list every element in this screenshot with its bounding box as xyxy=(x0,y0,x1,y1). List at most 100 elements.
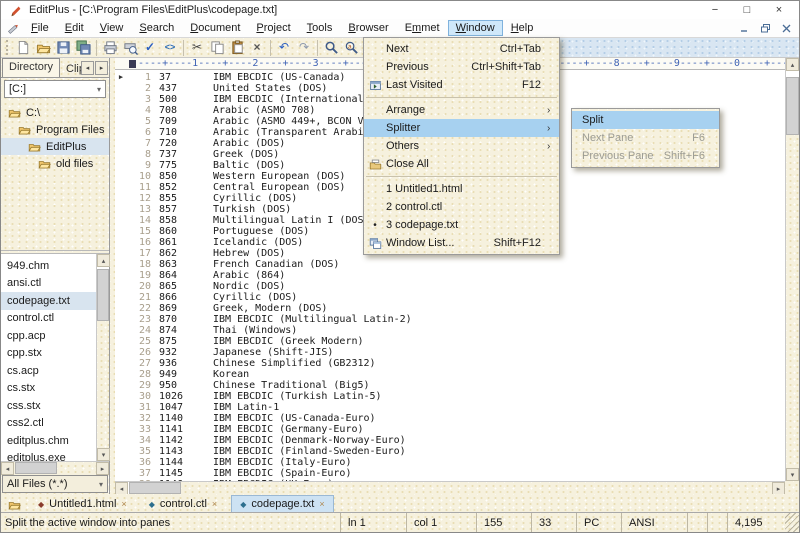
minimize-button[interactable]: − xyxy=(699,4,731,16)
new-document-icon[interactable] xyxy=(13,39,33,57)
menu-item-arrange[interactable]: Arrange› xyxy=(364,101,559,119)
file-item-cpp.acp[interactable]: cpp.acp xyxy=(1,327,96,345)
scroll-up-icon[interactable]: ▴ xyxy=(786,58,799,71)
file-item-949.chm[interactable]: 949.chm xyxy=(1,257,96,275)
print-preview-icon[interactable] xyxy=(120,39,140,57)
scroll-down-icon[interactable]: ▾ xyxy=(97,448,110,461)
child-close-icon[interactable] xyxy=(782,24,791,33)
copy-icon[interactable] xyxy=(207,39,227,57)
menu-help[interactable]: Help xyxy=(503,20,542,36)
save-icon[interactable] xyxy=(53,39,73,57)
close-tab-icon[interactable]: × xyxy=(319,499,324,509)
close-button[interactable]: × xyxy=(763,4,795,16)
scroll-thumb[interactable] xyxy=(786,77,799,135)
menu-edit[interactable]: Edit xyxy=(57,20,92,36)
find-icon[interactable] xyxy=(321,39,341,57)
editor-line[interactable]: 21866Cyrillic (DOS) xyxy=(115,292,785,303)
menu-view[interactable]: View xyxy=(92,20,132,36)
menu-item-splitter[interactable]: Splitter› xyxy=(364,119,559,137)
file-item-cs.acp[interactable]: cs.acp xyxy=(1,362,96,380)
menu-tools[interactable]: Tools xyxy=(299,20,341,36)
editor-line[interactable]: 381146IBM EBCDIC (UK-Euro) xyxy=(115,479,785,481)
drive-selector[interactable]: [C:] ▾ xyxy=(4,80,106,98)
tab-cliptext[interactable]: Clipt xyxy=(60,61,81,77)
paste-icon[interactable] xyxy=(227,39,247,57)
undo-icon[interactable]: ↶ xyxy=(274,39,294,57)
editor-line[interactable]: 26932Japanese (Shift-JIS) xyxy=(115,347,785,358)
toolbar-drag-handle-icon[interactable] xyxy=(6,40,10,55)
menu-item-previous[interactable]: PreviousCtrl+Shift+Tab xyxy=(364,58,559,76)
tab-list-icon[interactable] xyxy=(4,496,24,512)
tab-scroll-right-icon[interactable]: ▸ xyxy=(95,61,108,75)
scroll-down-icon[interactable]: ▾ xyxy=(786,468,799,481)
editor-hscrollbar[interactable]: ◂ ▸ xyxy=(115,481,785,494)
tree-item-editplus[interactable]: EditPlus xyxy=(1,138,109,155)
menu-file[interactable]: File xyxy=(23,20,57,36)
scroll-thumb[interactable] xyxy=(15,462,57,474)
doc-tab-codepage.txt[interactable]: ◆codepage.txt× xyxy=(231,495,333,512)
editor-line[interactable]: 341142IBM EBCDIC (Denmark-Norway-Euro) xyxy=(115,435,785,446)
editor-line[interactable]: 351143IBM EBCDIC (Finland-Sweden-Euro) xyxy=(115,446,785,457)
open-icon[interactable] xyxy=(33,39,53,57)
close-tab-icon[interactable]: × xyxy=(212,499,217,509)
cut-icon[interactable]: ✂ xyxy=(187,39,207,57)
menu-item-split[interactable]: Split xyxy=(572,111,719,129)
editor-line[interactable]: 301026IBM EBCDIC (Turkish Latin-5) xyxy=(115,391,785,402)
scroll-right-icon[interactable]: ▸ xyxy=(96,462,109,475)
scroll-up-icon[interactable]: ▴ xyxy=(97,254,110,267)
editor-line[interactable]: 27936Chinese Simplified (GB2312) xyxy=(115,358,785,369)
menu-item-next[interactable]: NextCtrl+Tab xyxy=(364,40,559,58)
file-item-css2.ctl[interactable]: css2.ctl xyxy=(1,415,96,433)
file-item-cs.stx[interactable]: cs.stx xyxy=(1,380,96,398)
view-source-icon[interactable]: <> xyxy=(160,39,180,57)
menu-item-last-visited[interactable]: Last VisitedF12 xyxy=(364,76,559,94)
editor-line[interactable]: 371145IBM EBCDIC (Spain-Euro) xyxy=(115,468,785,479)
file-filter-select[interactable]: All Files (*.*) ▾ xyxy=(2,475,108,493)
resize-grip-icon[interactable] xyxy=(785,513,799,532)
editor-line[interactable]: 20865Nordic (DOS) xyxy=(115,281,785,292)
editor-line[interactable]: 23870IBM EBCDIC (Multilingual Latin-2) xyxy=(115,314,785,325)
scroll-track[interactable] xyxy=(786,135,799,468)
delete-icon[interactable]: × xyxy=(247,39,267,57)
save-all-icon[interactable] xyxy=(73,39,93,57)
tree-item-program-files[interactable]: Program Files xyxy=(1,121,109,138)
file-item-cpp.stx[interactable]: cpp.stx xyxy=(1,345,96,363)
menu-item-others[interactable]: Others› xyxy=(364,137,559,155)
tab-scroll-left-icon[interactable]: ◂ xyxy=(81,61,94,75)
file-item-ansi.ctl[interactable]: ansi.ctl xyxy=(1,275,96,293)
doc-tab-control.ctl[interactable]: ◆control.ctl× xyxy=(141,496,226,512)
tree-item-c-[interactable]: C:\ xyxy=(1,104,109,121)
scroll-left-icon[interactable]: ◂ xyxy=(1,462,14,475)
menu-document[interactable]: Document xyxy=(182,20,248,36)
editor-line[interactable]: 331141IBM EBCDIC (Germany-Euro) xyxy=(115,424,785,435)
editor-vscrollbar[interactable]: ▴ ▾ xyxy=(785,58,799,481)
tab-directory[interactable]: Directory xyxy=(2,58,60,77)
menu-item-2-control-ctl[interactable]: 2 control.ctl xyxy=(364,198,559,216)
menu-item-window-list-[interactable]: Window List...Shift+F12 xyxy=(364,234,559,252)
editor-line[interactable]: 25875IBM EBCDIC (Greek Modern) xyxy=(115,336,785,347)
scroll-track[interactable] xyxy=(57,462,96,474)
menu-item-1-untitled1-html[interactable]: 1 Untitled1.html xyxy=(364,180,559,198)
editor-line[interactable]: 24874Thai (Windows) xyxy=(115,325,785,336)
editor-line[interactable]: 321140IBM EBCDIC (US-Canada-Euro) xyxy=(115,413,785,424)
file-list-vscrollbar[interactable]: ▴ ▾ xyxy=(96,254,109,461)
child-minimize-icon[interactable] xyxy=(740,24,749,33)
redo-icon[interactable]: ↷ xyxy=(294,39,314,57)
menu-project[interactable]: Project xyxy=(248,20,298,36)
editor-line[interactable]: 28949Korean xyxy=(115,369,785,380)
doc-tab-Untitled1.html[interactable]: ◆Untitled1.html× xyxy=(30,496,135,512)
menu-emmet[interactable]: Emmet xyxy=(397,20,448,36)
menu-window[interactable]: Window xyxy=(448,20,503,36)
scroll-track[interactable] xyxy=(97,321,109,448)
file-item-css.stx[interactable]: css.stx xyxy=(1,397,96,415)
spell-check-icon[interactable]: ✓ xyxy=(140,39,160,57)
scroll-thumb[interactable] xyxy=(97,269,109,321)
child-restore-icon[interactable] xyxy=(761,24,770,33)
editor-line[interactable]: 361144IBM EBCDIC (Italy-Euro) xyxy=(115,457,785,468)
menu-item-3-codepage-txt[interactable]: •3 codepage.txt xyxy=(364,216,559,234)
menu-browser[interactable]: Browser xyxy=(340,20,396,36)
editor-line[interactable]: 311047IBM Latin-1 xyxy=(115,402,785,413)
editor-line[interactable]: 19864Arabic (864) xyxy=(115,270,785,281)
print-icon[interactable] xyxy=(100,39,120,57)
replace-icon[interactable]: a xyxy=(341,39,361,57)
